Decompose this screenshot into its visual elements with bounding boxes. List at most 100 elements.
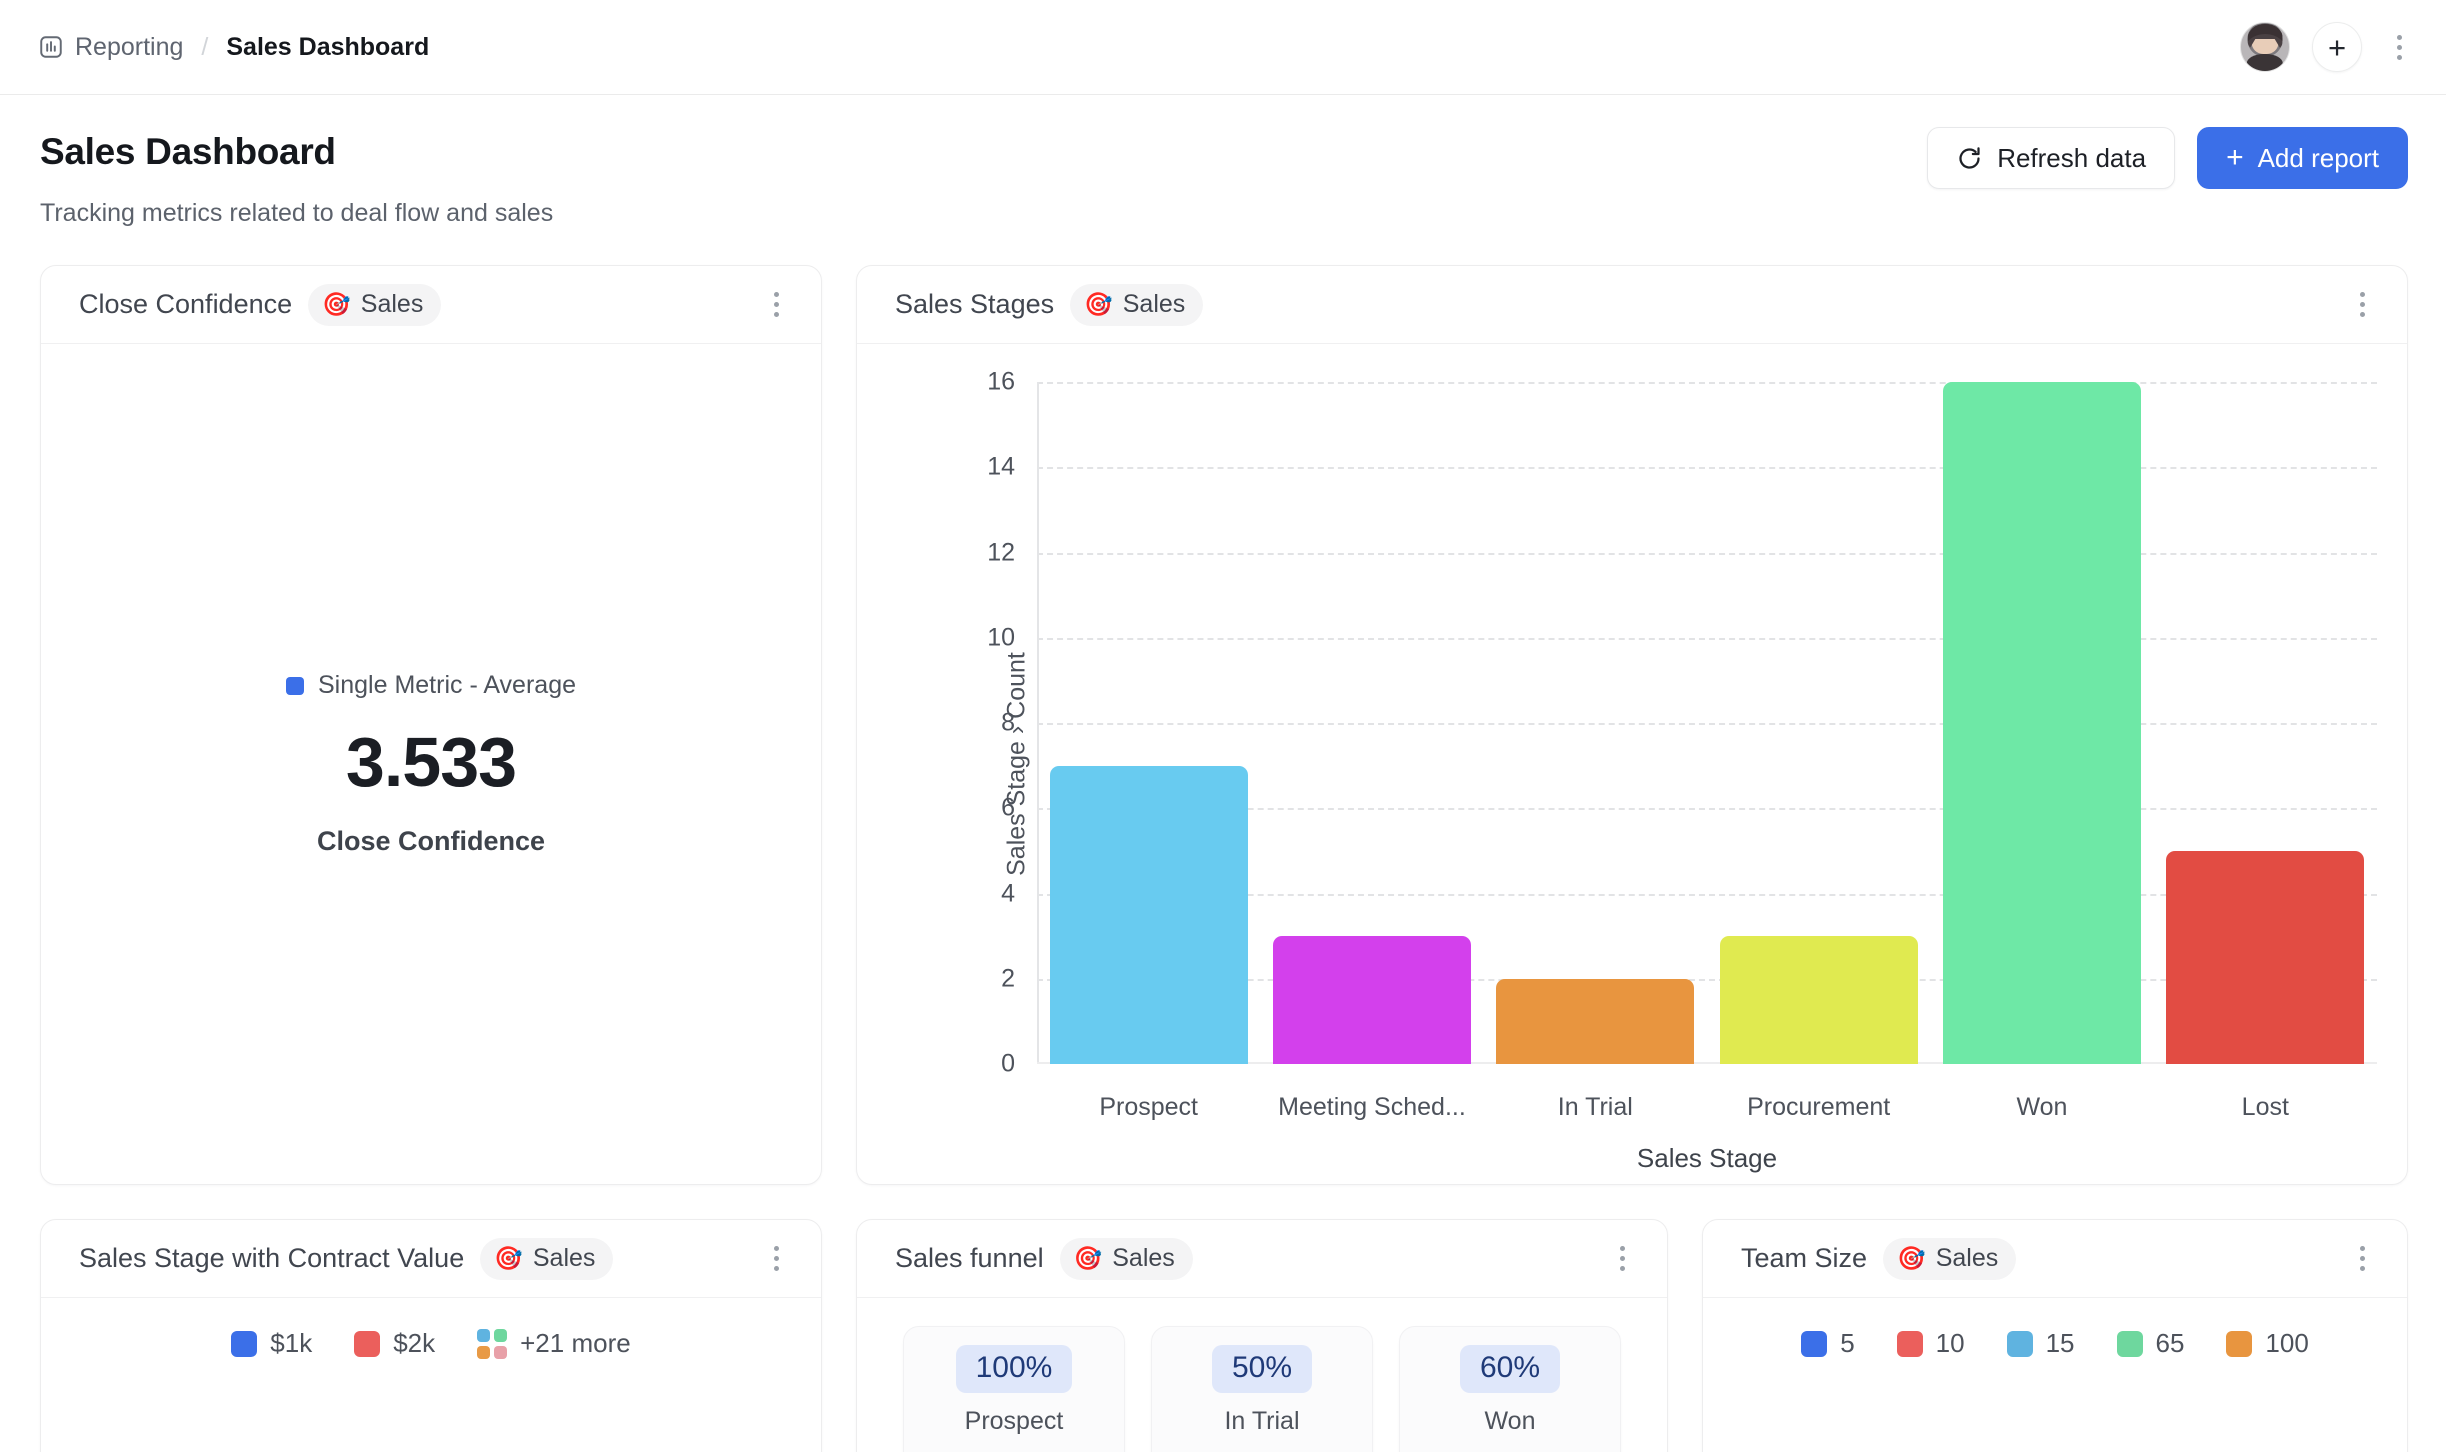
card-body: 5 10 15 65 100 — [1703, 1298, 2407, 1452]
status-badge[interactable]: 🎯 Sales — [308, 283, 442, 326]
card-menu-icon[interactable] — [2347, 282, 2377, 328]
bar-slot — [1707, 382, 1930, 1064]
metric-value: 3.533 — [345, 723, 517, 801]
y-axis-ticks: 0 2 4 6 8 10 12 14 16 — [975, 368, 1037, 1078]
funnel-steps: 100% Prospect 50% In Trial 60% Won — [857, 1298, 1667, 1452]
legend-label: 10 — [1935, 1328, 1965, 1358]
legend-more-item[interactable]: +21 more — [477, 1328, 631, 1359]
funnel-percent-badge: 60% — [1459, 1345, 1561, 1393]
dart-target-icon: 🎯 — [1084, 290, 1113, 317]
bar[interactable] — [1719, 936, 1918, 1064]
funnel-step[interactable]: 100% Prospect — [903, 1326, 1125, 1452]
y-axis-tick-label: 14 — [987, 452, 1015, 481]
legend-item[interactable]: 5 — [1801, 1328, 1855, 1359]
status-badge-label: Sales — [532, 1243, 596, 1272]
bar-slot — [1260, 382, 1483, 1064]
kebab-menu-icon[interactable] — [2384, 24, 2414, 70]
legend-item[interactable]: 100 — [2226, 1328, 2309, 1359]
x-axis-tick-label: Prospect — [1099, 1093, 1198, 1121]
bar[interactable] — [1942, 382, 2141, 1064]
status-badge[interactable]: 🎯 Sales — [1059, 1237, 1193, 1280]
legend-label: 65 — [2155, 1328, 2185, 1358]
x-axis-tick-label: In Trial — [1557, 1093, 1633, 1121]
funnel-step[interactable]: 60% Won — [1399, 1326, 1621, 1452]
card-menu-icon[interactable] — [761, 282, 791, 328]
metric-caption: Close Confidence — [316, 826, 546, 856]
top-bar: Reporting / Sales Dashboard + — [0, 0, 2446, 95]
plot-area: 0 2 4 6 8 10 12 14 16 — [975, 368, 2377, 1078]
card-sales-funnel: Sales funnel 🎯 Sales 100% Prospect 50% In T… — [856, 1219, 1668, 1452]
dart-target-icon: 🎯 — [494, 1244, 523, 1271]
breadcrumb: Reporting / Sales Dashboard — [38, 33, 429, 62]
dart-target-icon: 🎯 — [1897, 1244, 1926, 1271]
page-subtitle: Tracking metrics related to deal flow an… — [40, 199, 554, 227]
status-badge[interactable]: 🎯 Sales — [1070, 283, 1204, 326]
y-axis-tick-label: 16 — [987, 367, 1015, 396]
card-title: Sales Stage with Contract Value — [79, 1243, 465, 1273]
chart-legend: 5 10 15 65 100 — [1703, 1298, 2407, 1359]
x-axis-tick-label: Procurement — [1747, 1093, 1891, 1121]
card-team-size: Team Size 🎯 Sales 5 10 15 65 100 — [1702, 1219, 2408, 1452]
bar[interactable] — [1049, 765, 1248, 1064]
legend-label: 5 — [1840, 1328, 1855, 1358]
refresh-data-label: Refresh data — [1997, 142, 2147, 173]
bar[interactable] — [1496, 978, 1695, 1064]
bars-container — [1037, 382, 2377, 1064]
card-title: Sales Stages — [895, 289, 1055, 319]
funnel-step-label: Prospect — [964, 1407, 1064, 1435]
add-report-button[interactable]: + Add report — [2197, 127, 2408, 189]
y-axis-tick-label: 10 — [987, 623, 1015, 652]
breadcrumb-separator: / — [201, 32, 209, 61]
chart-bars-icon — [38, 34, 64, 60]
legend-swatch-icon — [2226, 1330, 2253, 1357]
legend-swatch-icon — [2116, 1330, 2143, 1357]
legend-more-label: +21 more — [520, 1328, 631, 1358]
refresh-data-button[interactable]: Refresh data — [1927, 127, 2176, 189]
legend-swatch-icon — [354, 1330, 381, 1357]
legend-label: $2k — [393, 1328, 436, 1358]
metric-legend: Single Metric - Average — [286, 671, 576, 700]
bar[interactable] — [1272, 936, 1471, 1064]
legend-item[interactable]: 65 — [2116, 1328, 2185, 1359]
dashboard-row-1: Close Confidence 🎯 Sales Single Metric -… — [40, 265, 2408, 1185]
metric-legend-label: Single Metric - Average — [318, 671, 576, 699]
status-badge[interactable]: 🎯 Sales — [1883, 1237, 2017, 1280]
x-axis-title: Sales Stage — [1636, 1143, 1778, 1173]
legend-swatch-icon — [1896, 1330, 1923, 1357]
page-header: Sales Dashboard Tracking metrics related… — [0, 95, 2446, 228]
plus-icon: + — [2226, 141, 2244, 174]
legend-label: 100 — [2265, 1328, 2309, 1358]
add-button[interactable]: + — [2312, 22, 2362, 72]
card-body: 100% Prospect 50% In Trial 60% Won — [857, 1298, 1667, 1452]
breadcrumb-reporting[interactable]: Reporting — [38, 33, 183, 62]
funnel-step[interactable]: 50% In Trial — [1151, 1326, 1373, 1452]
card-close-confidence: Close Confidence 🎯 Sales Single Metric -… — [40, 265, 822, 1185]
bar-slot — [2154, 382, 2377, 1064]
card-body: Single Metric - Average 3.533 Close Conf… — [41, 344, 821, 1184]
card-header: Team Size 🎯 Sales — [1703, 1220, 2407, 1298]
bar-slot — [1037, 382, 1260, 1064]
legend-item[interactable]: $1k — [231, 1328, 312, 1359]
grid-swatches-icon — [477, 1328, 508, 1359]
card-menu-icon[interactable] — [2347, 1236, 2377, 1282]
breadcrumb-root-label: Reporting — [75, 32, 184, 61]
card-menu-icon[interactable] — [1607, 1236, 1637, 1282]
card-header: Sales Stages 🎯 Sales — [857, 266, 2407, 344]
status-badge[interactable]: 🎯 Sales — [480, 1237, 614, 1280]
legend-item[interactable]: $2k — [354, 1328, 435, 1359]
x-axis-tick-label: Won — [2016, 1093, 2068, 1121]
funnel-percent-badge: 100% — [955, 1345, 1073, 1393]
x-axis-tick-label: Meeting Sched... — [1278, 1093, 1466, 1121]
bar-chart: Sales Stage › Count 0 2 4 6 8 10 12 14 16 Prospe… — [857, 344, 2407, 1184]
bar[interactable] — [2166, 850, 2365, 1064]
legend-item[interactable]: 10 — [1896, 1328, 1965, 1359]
legend-swatch-icon — [286, 676, 304, 695]
avatar[interactable] — [2240, 22, 2290, 72]
plus-icon: + — [2327, 29, 2347, 65]
legend-swatch-icon — [2006, 1330, 2033, 1357]
chart-legend: $1k $2k +21 more — [41, 1298, 821, 1359]
x-axis-tick-label: Lost — [2241, 1093, 2289, 1121]
legend-item[interactable]: 15 — [2006, 1328, 2075, 1359]
card-header: Close Confidence 🎯 Sales — [41, 266, 821, 344]
card-menu-icon[interactable] — [761, 1236, 791, 1282]
